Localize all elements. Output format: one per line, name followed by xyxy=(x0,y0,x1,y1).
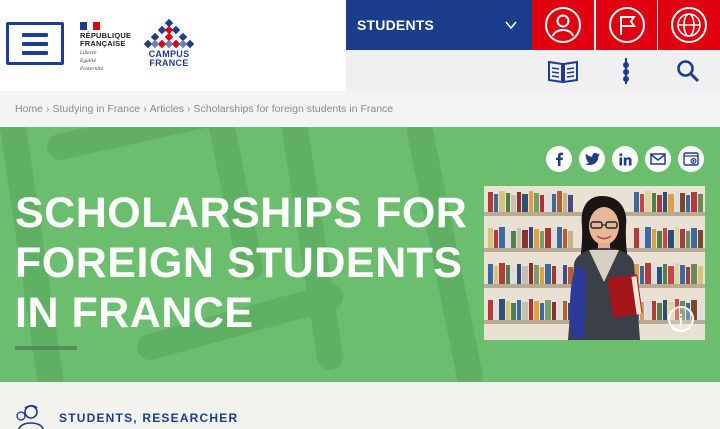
campus-france-mark-icon xyxy=(143,18,195,49)
french-flag-icon xyxy=(80,22,101,30)
menu-line xyxy=(22,50,48,55)
title-underline xyxy=(15,346,77,350)
motto-2: Égalité xyxy=(80,59,97,64)
republique-francaise-logo[interactable]: RÉPUBLIQUE FRANÇAISE Liberté Égalité Fra… xyxy=(80,22,140,72)
chevron-down-icon xyxy=(505,21,517,30)
motto-3: Fraternité xyxy=(80,67,104,72)
secondary-nav xyxy=(346,50,720,91)
info-icon xyxy=(680,314,682,324)
site-header: RÉPUBLIQUE FRANÇAISE Liberté Égalité Fra… xyxy=(0,0,720,91)
menu-line xyxy=(22,32,48,37)
vertical-dots-icon xyxy=(623,58,629,84)
globe-icon xyxy=(671,7,707,43)
breadcrumb-separator: › xyxy=(143,103,147,115)
campus-france-logo[interactable]: CAMPUS FRANCE xyxy=(143,18,195,70)
campus-france-label: CAMPUS FRANCE xyxy=(143,50,195,68)
catalog-button[interactable] xyxy=(547,58,579,84)
menu-line xyxy=(22,41,48,46)
twitter-icon[interactable] xyxy=(579,146,605,172)
hero-photo xyxy=(484,186,705,340)
audience-selector[interactable]: STUDENTS xyxy=(346,0,532,50)
hero-banner: SCHOLARSHIPS FOR FOREIGN STUDENTS IN FRA… xyxy=(0,127,720,382)
republique-label-2: FRANÇAISE xyxy=(80,39,126,48)
france-label: FRANCE xyxy=(149,58,189,68)
share-bar xyxy=(546,146,704,172)
menu-button[interactable] xyxy=(6,22,64,65)
user-account-button[interactable] xyxy=(532,0,594,50)
breadcrumb-studying[interactable]: Studying in France xyxy=(53,103,141,115)
photo-info-button[interactable] xyxy=(668,306,694,332)
page: RÉPUBLIQUE FRANÇAISE Liberté Égalité Fra… xyxy=(0,0,720,429)
language-button[interactable] xyxy=(657,0,720,50)
motto-1: Liberté xyxy=(80,51,97,56)
country-flag-button[interactable] xyxy=(595,0,657,50)
linkedin-icon[interactable] xyxy=(612,146,638,172)
breadcrumb-articles[interactable]: Articles xyxy=(150,103,184,115)
breadcrumb: Home › Studying in France › Articles › Scho… xyxy=(0,91,720,127)
breadcrumb-separator: › xyxy=(187,103,191,115)
audience-label: STUDENTS, RESEARCHER xyxy=(59,411,239,425)
audience-selector-label: STUDENTS xyxy=(357,17,435,33)
search-button[interactable] xyxy=(672,58,704,84)
audience-icon xyxy=(16,404,44,429)
search-icon xyxy=(677,60,700,83)
facebook-icon[interactable] xyxy=(546,146,572,172)
audience-bar: STUDENTS, RESEARCHER xyxy=(0,382,720,429)
open-book-icon xyxy=(548,60,578,84)
breadcrumb-home[interactable]: Home xyxy=(15,103,43,115)
breadcrumb-current: Scholarships for foreign students in Fra… xyxy=(193,103,394,115)
bookmark-icon[interactable] xyxy=(678,146,704,172)
page-title: SCHOLARSHIPS FOR FOREIGN STUDENTS IN FRA… xyxy=(15,189,468,337)
breadcrumb-separator: › xyxy=(46,103,50,115)
email-icon[interactable] xyxy=(645,146,671,172)
flag-icon xyxy=(608,7,645,43)
more-options-button[interactable] xyxy=(610,58,642,84)
user-icon xyxy=(545,7,581,43)
